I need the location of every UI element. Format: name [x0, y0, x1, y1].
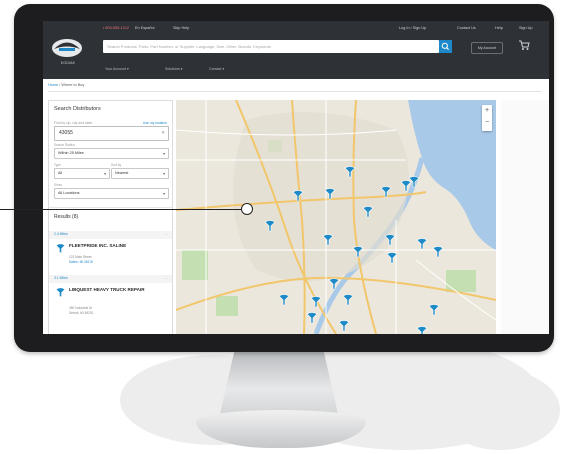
type-value: All	[58, 171, 63, 175]
result-name[interactable]: LIBQUEST HEAVY TRUCK REPAIR	[69, 287, 167, 293]
zoom-in-button[interactable]: +	[482, 105, 492, 117]
search-input[interactable]: Search Products, Parts, Part Number, or …	[103, 40, 439, 53]
map-pin-icon[interactable]	[416, 237, 428, 251]
map-pin-icon[interactable]	[416, 325, 428, 334]
result-address: 450 Industrial Dr	[69, 306, 93, 310]
more-icon[interactable]: …	[164, 231, 168, 236]
results-count: Results (8)	[54, 214, 79, 220]
search-icon	[441, 42, 449, 50]
map-pin-icon[interactable]	[342, 293, 354, 307]
map-pin-icon[interactable]	[380, 185, 392, 199]
result-header: 3.1 Miles …	[49, 275, 172, 283]
map-pin-icon[interactable]	[278, 293, 290, 307]
result-distance: 2.4 Miles	[54, 232, 68, 236]
util-help-right[interactable]: Help	[495, 26, 503, 30]
result-address: 123 Main Street	[69, 255, 92, 259]
more-icon[interactable]: …	[164, 275, 168, 280]
search-placeholder: Search Products, Parts, Part Number, or …	[107, 44, 271, 49]
screen: KODIAK ▪ 800-555-1212 En Español Skip He…	[43, 21, 549, 334]
result-header: 2.4 Miles …	[49, 231, 172, 239]
map-pin-icon[interactable]	[384, 233, 396, 247]
show-label: Show	[54, 183, 62, 187]
map-pin-icon[interactable]	[322, 233, 334, 247]
subnav-account[interactable]: Your Account ▾	[105, 67, 129, 71]
type-select[interactable]: All ▾	[54, 168, 110, 179]
map-pin-icon[interactable]	[352, 245, 364, 259]
use-location-link[interactable]: Use my location	[143, 121, 167, 125]
map-pin-icon[interactable]	[362, 205, 374, 219]
distributor-map[interactable]: + −	[176, 100, 496, 334]
clear-icon[interactable]: ✕	[161, 130, 165, 136]
util-help[interactable]: Skip Help	[173, 26, 189, 30]
sidebar-title: Search Distributors	[54, 106, 101, 112]
breadcrumb: Home / Where to Buy	[48, 83, 84, 87]
util-contact[interactable]: Contact Us	[457, 26, 476, 30]
util-login[interactable]: Log In / Sign Up	[399, 26, 426, 30]
divider	[48, 91, 542, 92]
map-canvas[interactable]	[176, 100, 496, 334]
site-header: KODIAK ▪ 800-555-1212 En Español Skip He…	[43, 21, 549, 79]
map-pin-icon	[56, 244, 65, 253]
util-signup[interactable]: Sign Up	[519, 26, 533, 30]
radius-value: Within 25 Miles	[58, 151, 84, 155]
map-pin-icon[interactable]	[428, 303, 440, 317]
search-button[interactable]	[439, 40, 452, 53]
map-pin-icon[interactable]	[310, 295, 322, 309]
sidebar-subtitle: Find by zip, city and state	[54, 121, 93, 125]
breadcrumb-current: / Where to Buy	[59, 83, 85, 87]
zip-value: 43055	[59, 130, 73, 136]
subnav-contact[interactable]: Contact ▾	[209, 67, 224, 71]
zoom-control: + −	[482, 105, 492, 131]
chevron-down-icon: ▾	[163, 172, 165, 176]
map-pin-icon	[56, 288, 65, 297]
map-pin-icon[interactable]	[328, 277, 340, 291]
result-name[interactable]: FLEETPRIDE INC. SALINE	[69, 243, 167, 249]
radius-label: Search Radius	[54, 143, 75, 147]
map-pin-icon[interactable]	[306, 311, 318, 325]
sort-select[interactable]: Nearest ▾	[111, 168, 169, 179]
callout-dot	[241, 203, 253, 215]
breadcrumb-home[interactable]: Home	[48, 83, 58, 87]
map-pin-icon[interactable]	[408, 175, 420, 189]
map-pin-icon[interactable]	[432, 245, 444, 259]
show-value: All Locations	[58, 191, 80, 195]
result-distance: 3.1 Miles	[54, 276, 68, 280]
brand-name: KODIAK	[60, 61, 76, 65]
radius-select[interactable]: Within 25 Miles ▾	[54, 148, 169, 159]
account-button[interactable]: My Account	[471, 42, 503, 54]
callout-line	[0, 209, 242, 210]
util-phone[interactable]: ▪ 800-555-1212	[103, 26, 129, 30]
chevron-down-icon: ▾	[163, 152, 165, 156]
background-shape	[440, 370, 560, 450]
zoom-out-button[interactable]: −	[482, 117, 492, 129]
sort-value: Nearest	[115, 171, 129, 175]
map-pin-icon[interactable]	[338, 319, 350, 333]
monitor-frame: KODIAK ▪ 800-555-1212 En Español Skip He…	[14, 4, 554, 352]
map-pin-icon[interactable]	[264, 219, 276, 233]
map-pin-icon[interactable]	[324, 187, 336, 201]
show-select[interactable]: All Locations ▾	[54, 188, 169, 199]
page-margin	[501, 100, 549, 334]
result-city: Detroit, MI 48201	[69, 311, 94, 315]
type-label: Type	[54, 163, 61, 167]
result-city: Saline, MI 48176	[69, 260, 93, 264]
chevron-down-icon: ▾	[163, 192, 165, 196]
subnav-solutions[interactable]: Solutions ▾	[165, 67, 183, 71]
util-language[interactable]: En Español	[135, 26, 154, 30]
map-pin-icon[interactable]	[344, 165, 356, 179]
chevron-down-icon: ▾	[104, 172, 106, 176]
map-pin-icon[interactable]	[292, 189, 304, 203]
sort-label: Sort by	[111, 163, 122, 167]
divider	[49, 207, 172, 208]
search-sidebar: Search Distributors Find by zip, city an…	[48, 100, 173, 334]
zip-input[interactable]: 43055 ✕	[54, 126, 169, 141]
map-pin-icon[interactable]	[386, 251, 398, 265]
monitor-stand	[220, 352, 338, 414]
cart-icon[interactable]	[517, 38, 531, 52]
